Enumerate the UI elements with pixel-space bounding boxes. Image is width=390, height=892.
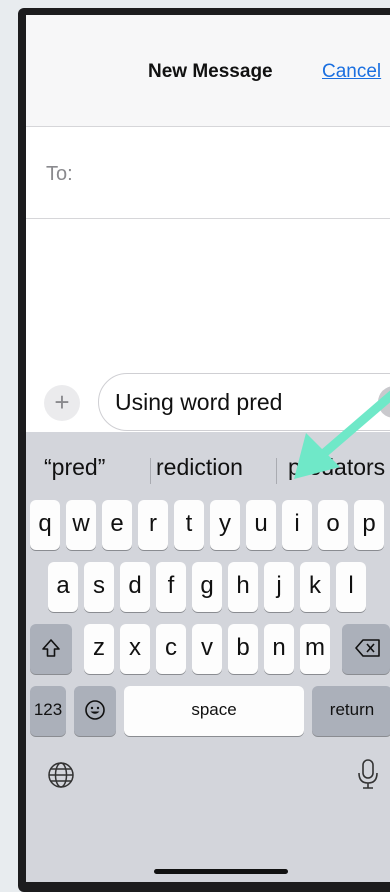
key-t[interactable]: t (174, 500, 204, 550)
key-s[interactable]: s (84, 562, 114, 612)
suggestion-divider (276, 458, 277, 484)
key-x[interactable]: x (120, 624, 150, 674)
backspace-icon (355, 639, 380, 657)
suggestion-item[interactable]: predators (288, 454, 385, 481)
key-r[interactable]: r (138, 500, 168, 550)
space-key[interactable]: space (124, 686, 304, 736)
key-v[interactable]: v (192, 624, 222, 674)
message-input[interactable]: Using word pred (98, 373, 390, 431)
key-m[interactable]: m (300, 624, 330, 674)
emoji-key[interactable] (74, 686, 116, 736)
nav-bar: New Message Cancel (26, 15, 390, 127)
key-g[interactable]: g (192, 562, 222, 612)
suggestion-item[interactable]: “pred” (44, 454, 105, 481)
keyboard: “pred” rediction predators q w e r t y u… (26, 432, 390, 882)
key-p[interactable]: p (354, 500, 384, 550)
key-l[interactable]: l (336, 562, 366, 612)
microphone-icon[interactable] (356, 758, 380, 790)
key-e[interactable]: e (102, 500, 132, 550)
suggestion-divider (150, 458, 151, 484)
add-attachment-button[interactable]: + (44, 385, 80, 421)
key-y[interactable]: y (210, 500, 240, 550)
key-j[interactable]: j (264, 562, 294, 612)
predictive-text-bar: “pred” rediction predators (26, 432, 390, 494)
to-field[interactable]: To: (26, 127, 390, 219)
key-f[interactable]: f (156, 562, 186, 612)
key-a[interactable]: a (48, 562, 78, 612)
key-k[interactable]: k (300, 562, 330, 612)
key-q[interactable]: q (30, 500, 60, 550)
key-n[interactable]: n (264, 624, 294, 674)
page-title: New Message (148, 61, 273, 82)
shift-key[interactable] (30, 624, 72, 674)
key-w[interactable]: w (66, 500, 96, 550)
home-indicator (154, 869, 288, 874)
backspace-key[interactable] (342, 624, 390, 674)
globe-icon[interactable] (46, 760, 76, 790)
key-d[interactable]: d (120, 562, 150, 612)
key-u[interactable]: u (246, 500, 276, 550)
numbers-key[interactable]: 123 (30, 686, 66, 736)
key-i[interactable]: i (282, 500, 312, 550)
key-b[interactable]: b (228, 624, 258, 674)
phone-frame: New Message Cancel To: + Using word pred… (18, 8, 390, 892)
shift-icon (42, 639, 60, 657)
to-label: To: (46, 163, 73, 185)
return-key[interactable]: return (312, 686, 390, 736)
key-z[interactable]: z (84, 624, 114, 674)
cancel-button[interactable]: Cancel (322, 61, 381, 83)
suggestion-item[interactable]: rediction (156, 454, 243, 481)
key-h[interactable]: h (228, 562, 258, 612)
key-c[interactable]: c (156, 624, 186, 674)
key-o[interactable]: o (318, 500, 348, 550)
emoji-icon (85, 700, 105, 720)
screen: New Message Cancel To: + Using word pred… (26, 15, 390, 882)
